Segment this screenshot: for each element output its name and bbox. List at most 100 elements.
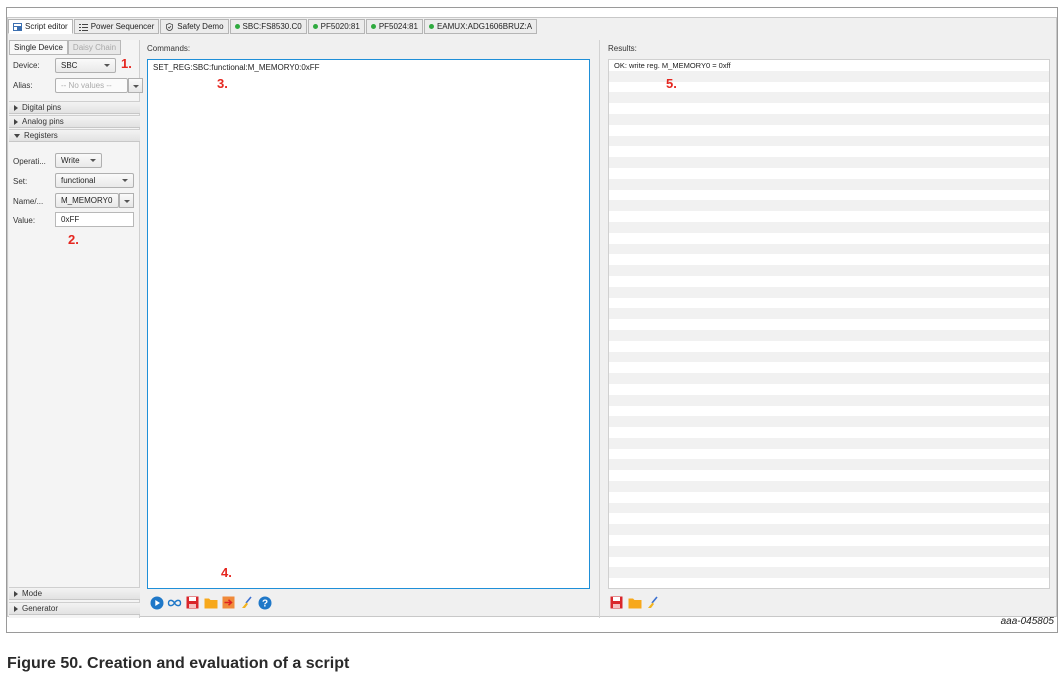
run-button[interactable] <box>149 595 164 610</box>
empty-result-row <box>609 221 1049 233</box>
figure-code: aaa-045805 <box>1000 616 1054 627</box>
tab-strip: Script editor Power Sequencer Safety Dem… <box>8 19 538 34</box>
results-label: Results: <box>608 44 637 53</box>
save-icon <box>610 596 623 609</box>
tab-pf5024[interactable]: PF5024:81 <box>365 19 423 34</box>
commands-editor[interactable]: SET_REG:SBC:functional:M_MEMORY0:0xFF <box>147 59 590 589</box>
empty-result-row <box>609 243 1049 255</box>
section-analog-pins[interactable]: Analog pins <box>9 115 140 128</box>
tab-eamux[interactable]: EAMUX:ADG1606BRUZ:A <box>423 19 538 34</box>
results-list[interactable]: OK: write reg. M_MEMORY0 = 0xff <box>608 59 1050 589</box>
clear-results-button[interactable] <box>645 595 660 610</box>
status-dot-icon <box>370 24 376 29</box>
chevron-down-icon <box>90 159 96 162</box>
tab-safety-demo[interactable]: Safety Demo <box>160 19 229 34</box>
device-label: Device: <box>13 61 40 70</box>
register-value-input[interactable]: 0xFF <box>55 212 134 227</box>
empty-result-row <box>609 233 1049 244</box>
save-icon <box>186 596 199 609</box>
set-select[interactable]: functional <box>55 173 134 188</box>
empty-result-row <box>609 459 1049 471</box>
empty-result-row <box>609 449 1049 460</box>
empty-result-row <box>609 362 1049 373</box>
empty-result-row <box>609 211 1049 222</box>
help-button[interactable]: ? <box>257 595 272 610</box>
empty-result-row <box>609 384 1049 395</box>
collapse-arrow-icon <box>14 133 20 138</box>
commands-label: Commands: <box>147 44 191 53</box>
section-mode[interactable]: Mode <box>9 587 140 600</box>
results-toolbar <box>609 595 660 610</box>
annotation-2: 2. <box>68 232 79 247</box>
chevron-down-icon <box>122 179 128 182</box>
empty-result-row <box>609 567 1049 579</box>
infinity-icon <box>167 599 182 606</box>
alias-select[interactable]: -- No values -- <box>55 78 128 93</box>
empty-result-row <box>609 524 1049 536</box>
empty-result-row <box>609 416 1049 428</box>
empty-result-row <box>609 513 1049 524</box>
section-digital-pins[interactable]: Digital pins <box>9 101 140 114</box>
empty-result-row <box>609 406 1049 417</box>
empty-result-row <box>609 157 1049 168</box>
export-button[interactable] <box>221 595 236 610</box>
expand-arrow-icon <box>14 590 18 597</box>
help-icon: ? <box>258 596 271 609</box>
save-script-button[interactable] <box>185 595 200 610</box>
tab-power-sequencer[interactable]: Power Sequencer <box>73 19 160 34</box>
name-label: Name/... <box>13 197 44 206</box>
save-results-button[interactable] <box>609 595 624 610</box>
loop-button[interactable] <box>167 595 182 610</box>
empty-result-row <box>609 341 1049 352</box>
figure-caption: Figure 50. Creation and evaluation of a … <box>7 655 350 672</box>
left-panel: Single Device Daisy Chain Device: SBC Al… <box>9 40 143 618</box>
empty-result-row <box>609 329 1049 341</box>
register-name-dropdown-button[interactable] <box>119 193 134 208</box>
script-editor-icon <box>13 22 22 31</box>
open-script-button[interactable] <box>203 595 218 610</box>
tab-pf5020[interactable]: PF5020:81 <box>307 19 365 34</box>
clear-commands-button[interactable] <box>239 595 254 610</box>
annotation-5: 5. <box>666 76 677 91</box>
empty-result-row <box>609 92 1049 104</box>
device-mode-tabs: Single Device Daisy Chain <box>9 40 139 55</box>
folder-icon <box>628 598 641 608</box>
result-row: OK: write reg. M_MEMORY0 = 0xff <box>614 60 731 70</box>
command-line: SET_REG:SBC:functional:M_MEMORY0:0xFF <box>153 63 320 72</box>
section-generator[interactable]: Generator <box>9 602 140 615</box>
empty-result-row <box>609 535 1049 546</box>
empty-result-row <box>609 308 1049 320</box>
empty-result-row <box>609 373 1049 384</box>
empty-result-row <box>609 200 1049 212</box>
value-label: Value: <box>13 216 36 225</box>
commands-toolbar: ? <box>149 595 272 610</box>
device-select[interactable]: SBC <box>55 58 116 73</box>
empty-result-row <box>609 394 1049 406</box>
empty-result-row <box>609 276 1049 287</box>
operation-select[interactable]: Write <box>55 153 102 168</box>
expand-arrow-icon <box>14 605 18 612</box>
alias-label: Alias: <box>13 81 33 90</box>
section-registers[interactable]: Registers <box>9 129 140 142</box>
shield-icon <box>166 22 174 31</box>
tab-daisy-chain[interactable]: Daisy Chain <box>67 40 122 55</box>
status-dot-icon <box>234 24 240 29</box>
broom-icon <box>242 596 252 608</box>
empty-result-row <box>609 470 1049 481</box>
empty-result-row <box>609 265 1049 276</box>
operation-label: Operati... <box>13 157 46 166</box>
svg-text:?: ? <box>261 598 267 609</box>
expand-arrow-icon <box>14 118 18 125</box>
expand-arrow-icon <box>14 104 18 111</box>
empty-result-row <box>609 254 1049 265</box>
tab-sbc-device[interactable]: SBC:FS8530.C0 <box>229 19 307 34</box>
tab-script-editor[interactable]: Script editor <box>8 19 73 34</box>
empty-result-row <box>609 125 1049 136</box>
register-name-select[interactable]: M_MEMORY0 <box>55 193 119 208</box>
tab-single-device[interactable]: Single Device <box>9 40 68 55</box>
empty-result-row <box>609 286 1049 298</box>
empty-result-row <box>609 146 1049 157</box>
open-results-button[interactable] <box>627 595 642 610</box>
pane-divider[interactable] <box>599 40 600 618</box>
alias-dropdown-button[interactable] <box>128 78 143 93</box>
